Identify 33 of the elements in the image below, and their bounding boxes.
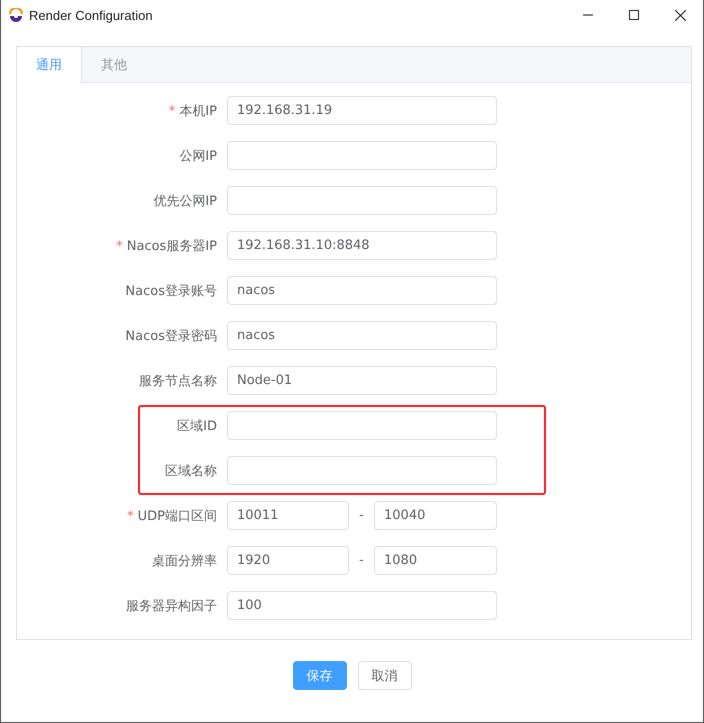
app-logo-icon <box>9 8 23 22</box>
text-field[interactable] <box>227 411 497 440</box>
range-end-field[interactable]: 1080 <box>374 546 497 575</box>
text-field[interactable] <box>227 456 497 485</box>
field-label: 桌面分辨率 <box>151 552 218 570</box>
field-label: * 本机IP <box>168 102 218 120</box>
maximize-icon <box>629 10 639 20</box>
window-title: Render Configuration <box>29 8 154 22</box>
field-label: 区域名称 <box>164 462 218 480</box>
field-label: * Nacos服务器IP <box>115 238 218 254</box>
field-label: 服务器异构因子 <box>125 598 218 614</box>
range-separator: - <box>358 508 365 523</box>
text-field[interactable]: Node-01 <box>227 366 497 395</box>
text-field[interactable] <box>227 186 497 215</box>
field-label: * UDP端口区间 <box>126 508 218 524</box>
text-field[interactable]: nacos <box>227 321 497 350</box>
field-label: 公网IP <box>178 148 218 164</box>
range-separator: - <box>358 553 365 568</box>
range-end-field[interactable]: 10040 <box>374 501 497 530</box>
text-field[interactable]: 192.168.31.19 <box>227 96 497 125</box>
range-start-field[interactable]: 1920 <box>227 546 349 575</box>
field-label: 服务节点名称 <box>138 372 218 390</box>
text-field[interactable]: 100 <box>227 591 497 620</box>
cancel-button[interactable]: 取消 <box>358 661 412 690</box>
text-field[interactable] <box>227 141 497 170</box>
field-label: Nacos登录密码 <box>124 328 218 344</box>
range-start-field[interactable]: 10011 <box>227 501 349 530</box>
field-label: Nacos登录账号 <box>124 282 218 300</box>
field-label: 优先公网IP <box>152 192 218 210</box>
text-field[interactable]: nacos <box>227 276 497 305</box>
close-icon <box>674 10 686 20</box>
field-label: 区域ID <box>176 418 218 434</box>
text-field[interactable]: 192.168.31.10:8848 <box>227 231 497 260</box>
